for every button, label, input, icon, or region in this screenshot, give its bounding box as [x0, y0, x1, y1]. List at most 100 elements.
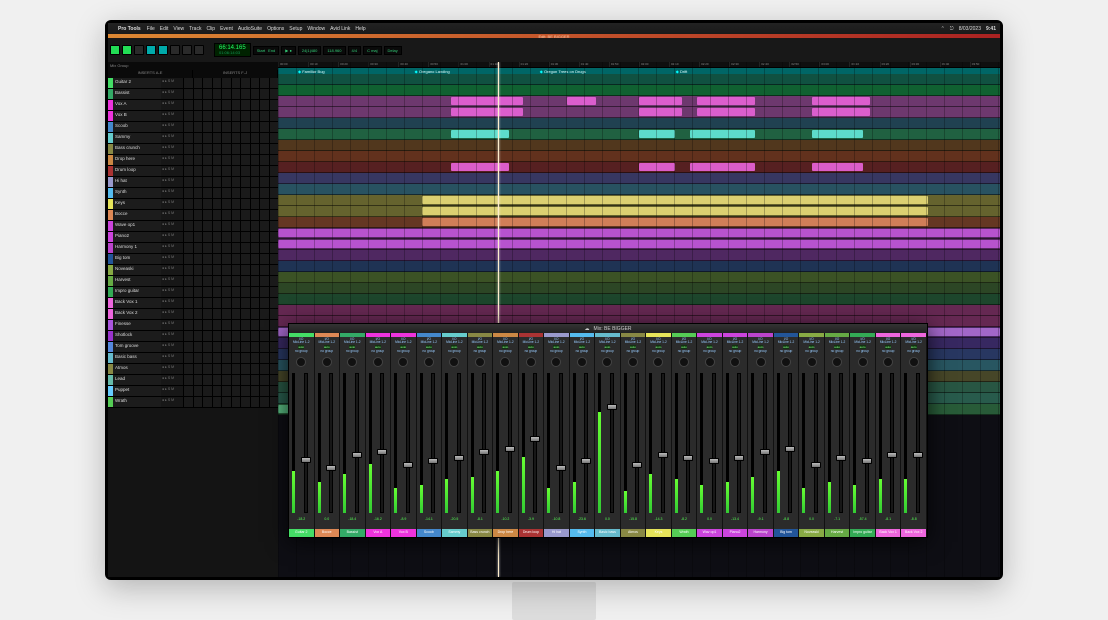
timeline-lane[interactable] [278, 261, 1000, 272]
pan-knob[interactable] [373, 357, 383, 367]
channel-name[interactable]: Piano2 [723, 529, 748, 537]
track-controls[interactable]: ● ▸ S M [161, 287, 183, 297]
ruler-tick[interactable]: 02:40 [759, 62, 789, 67]
timeline-lane[interactable] [278, 85, 1000, 96]
tool-selector[interactable] [158, 45, 168, 55]
track-row[interactable]: Keys● ▸ S M [108, 199, 278, 210]
timeline-lane[interactable] [278, 107, 1000, 118]
pan-knob[interactable] [449, 357, 459, 367]
ruler-tick[interactable]: 01:40 [579, 62, 609, 67]
track-name[interactable]: Noveaski [113, 265, 161, 275]
channel-io[interactable]: I/OMicLine 1-2 [752, 337, 768, 345]
timeline-lane[interactable] [278, 74, 1000, 85]
track-inserts[interactable] [183, 133, 278, 143]
channel-name[interactable]: Impro guitar [850, 529, 875, 537]
channel-io[interactable]: I/OMicLine 1-2 [472, 337, 488, 345]
audio-clip[interactable] [812, 163, 863, 171]
track-controls[interactable]: ● ▸ S M [161, 364, 183, 374]
channel-io[interactable]: I/OMicLine 1-2 [319, 337, 335, 345]
fader-cap[interactable] [581, 458, 591, 464]
channel-group[interactable]: no group [448, 349, 461, 354]
mixer-channel[interactable]: I/OMicLine 1-2autono group0.0Bocce [315, 333, 341, 537]
track-controls[interactable]: ● ▸ S M [161, 320, 183, 330]
fader-cap[interactable] [403, 462, 413, 468]
channel-io[interactable]: I/OMicLine 1-2 [497, 337, 513, 345]
timeline-lane[interactable] [278, 228, 1000, 239]
track-inserts[interactable] [183, 375, 278, 385]
fader-cap[interactable] [454, 455, 464, 461]
pan-knob[interactable] [883, 357, 893, 367]
audio-clip[interactable] [812, 130, 863, 138]
track-controls[interactable]: ● ▸ S M [161, 78, 183, 88]
track-inserts[interactable] [183, 254, 278, 264]
channel-io[interactable]: I/OMicLine 1-2 [905, 337, 921, 345]
track-inserts[interactable] [183, 166, 278, 176]
pan-knob[interactable] [858, 357, 868, 367]
mix-groups-header[interactable]: Mix Group [108, 62, 278, 70]
channel-group[interactable]: no group [372, 349, 385, 354]
track-inserts[interactable] [183, 265, 278, 275]
track-controls[interactable]: ● ▸ S M [161, 155, 183, 165]
track-inserts[interactable] [183, 309, 278, 319]
track-row[interactable]: Big tom● ▸ S M [108, 254, 278, 265]
track-row[interactable]: Wave op1● ▸ S M [108, 221, 278, 232]
fader-cap[interactable] [836, 455, 846, 461]
pan-knob[interactable] [551, 357, 561, 367]
marker[interactable]: Oregano Landing [415, 69, 450, 74]
mixer-channel[interactable]: I/OMicLine 1-2autono group0.0Basic bass [595, 333, 621, 537]
pan-knob[interactable] [781, 357, 791, 367]
track-row[interactable]: Basic bass● ▸ S M [108, 353, 278, 364]
channel-name[interactable]: Scoob [417, 529, 442, 537]
channel-io[interactable]: I/OMicLine 1-2 [574, 337, 590, 345]
track-controls[interactable]: ● ▸ S M [161, 144, 183, 154]
track-name[interactable]: Bass crunch [113, 144, 161, 154]
timeline-lane[interactable] [278, 184, 1000, 195]
fader-cap[interactable] [632, 462, 642, 468]
menu-event[interactable]: Event [220, 26, 233, 32]
pan-knob[interactable] [653, 357, 663, 367]
channel-group[interactable]: no group [805, 349, 818, 354]
track-controls[interactable]: ● ▸ S M [161, 177, 183, 187]
track-controls[interactable]: ● ▸ S M [161, 386, 183, 396]
channel-name[interactable]: Synth [570, 529, 595, 537]
mixer-channel[interactable]: I/OMicLine 1-2autono group-20.5Sammy [442, 333, 468, 537]
channel-group[interactable]: no group [499, 349, 512, 354]
track-inserts[interactable] [183, 78, 278, 88]
ruler-tick[interactable]: 03:00 [819, 62, 849, 67]
track-name[interactable]: Harvest [113, 276, 161, 286]
track-controls[interactable]: ● ▸ S M [161, 375, 183, 385]
ruler-tick[interactable]: 02:10 [669, 62, 699, 67]
pan-knob[interactable] [602, 357, 612, 367]
app-name[interactable]: Pro Tools [118, 26, 141, 32]
channel-name[interactable]: Bassist [340, 529, 365, 537]
fader-cap[interactable] [556, 465, 566, 471]
track-inserts[interactable] [183, 100, 278, 110]
tool-scrubber[interactable] [182, 45, 192, 55]
track-inserts[interactable] [183, 144, 278, 154]
ruler-tick[interactable]: 02:50 [789, 62, 819, 67]
mixer-channel[interactable]: I/OMicLine 1-2autono group-14.1Scoob [417, 333, 443, 537]
channel-name[interactable]: Drop here [493, 529, 518, 537]
tool-zoomer[interactable] [134, 45, 144, 55]
pan-knob[interactable] [628, 357, 638, 367]
track-inserts[interactable] [183, 287, 278, 297]
fader-cap[interactable] [709, 458, 719, 464]
delay-comp[interactable]: Delay [384, 46, 402, 55]
pan-knob[interactable] [679, 357, 689, 367]
track-name[interactable]: Back Vox 1 [113, 298, 161, 308]
mixer-channel[interactable]: I/OMicLine 1-2autono group-18.4Bassist [340, 333, 366, 537]
mixer-channel[interactable]: I/OMicLine 1-2autono group-23.6Synth [570, 333, 596, 537]
track-controls[interactable]: ● ▸ S M [161, 133, 183, 143]
channel-name[interactable]: Bocce [315, 529, 340, 537]
track-controls[interactable]: ● ▸ S M [161, 122, 183, 132]
track-name[interactable]: Bocce [113, 210, 161, 220]
mixer-channel[interactable]: I/OMicLine 1-2autono group-10.8Hi hat [544, 333, 570, 537]
mixer-channel[interactable]: I/OMicLine 1-2autono group-8.8Big tom [774, 333, 800, 537]
fader-cap[interactable] [760, 449, 770, 455]
track-inserts[interactable] [183, 210, 278, 220]
channel-io[interactable]: I/OMicLine 1-2 [829, 337, 845, 345]
timeline-lane[interactable] [278, 283, 1000, 294]
channel-group[interactable]: no group [780, 349, 793, 354]
menu-help[interactable]: Help [355, 26, 365, 32]
channel-name[interactable]: Basic bass [595, 529, 620, 537]
